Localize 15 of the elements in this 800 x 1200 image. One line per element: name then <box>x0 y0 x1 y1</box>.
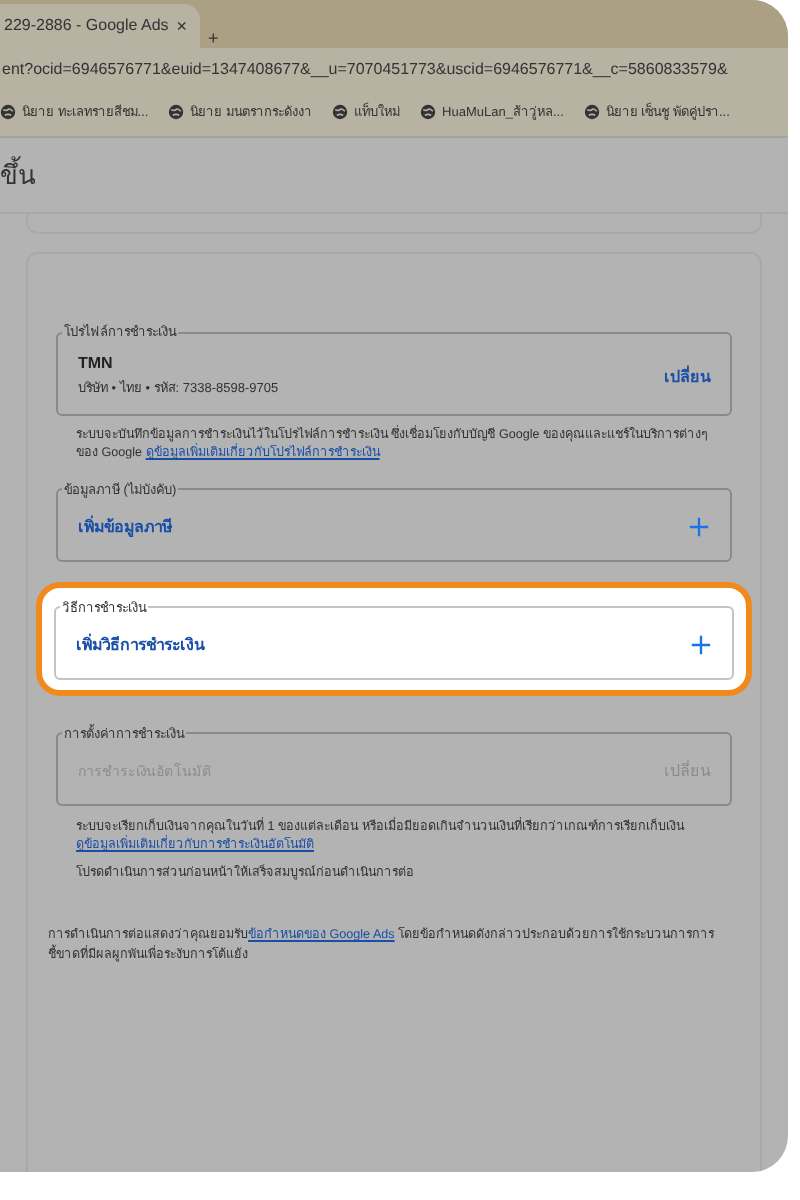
plus-icon <box>688 515 710 538</box>
tab-title: 229-2886 - Google Ads <box>4 16 169 35</box>
browser-tab[interactable]: 229-2886 - Google Ads × <box>0 3 200 48</box>
plus-icon <box>690 633 712 656</box>
close-button[interactable]: × <box>168 15 196 36</box>
globe-icon <box>420 104 437 121</box>
add-payment-method-button[interactable]: เพิ่มวิธีการชำระเงิน <box>76 631 204 658</box>
globe-icon <box>583 104 600 121</box>
add-tax-info-button[interactable]: เพิ่มข้อมูลภาษี <box>78 513 172 540</box>
page-title: ขึ้น <box>0 154 36 195</box>
globe-icon <box>332 104 349 121</box>
new-tab-button[interactable]: + <box>200 27 227 48</box>
profile-name: TMN <box>78 354 115 373</box>
globe-icon <box>168 104 185 121</box>
change-button[interactable]: เปลี่ยน <box>664 363 710 390</box>
